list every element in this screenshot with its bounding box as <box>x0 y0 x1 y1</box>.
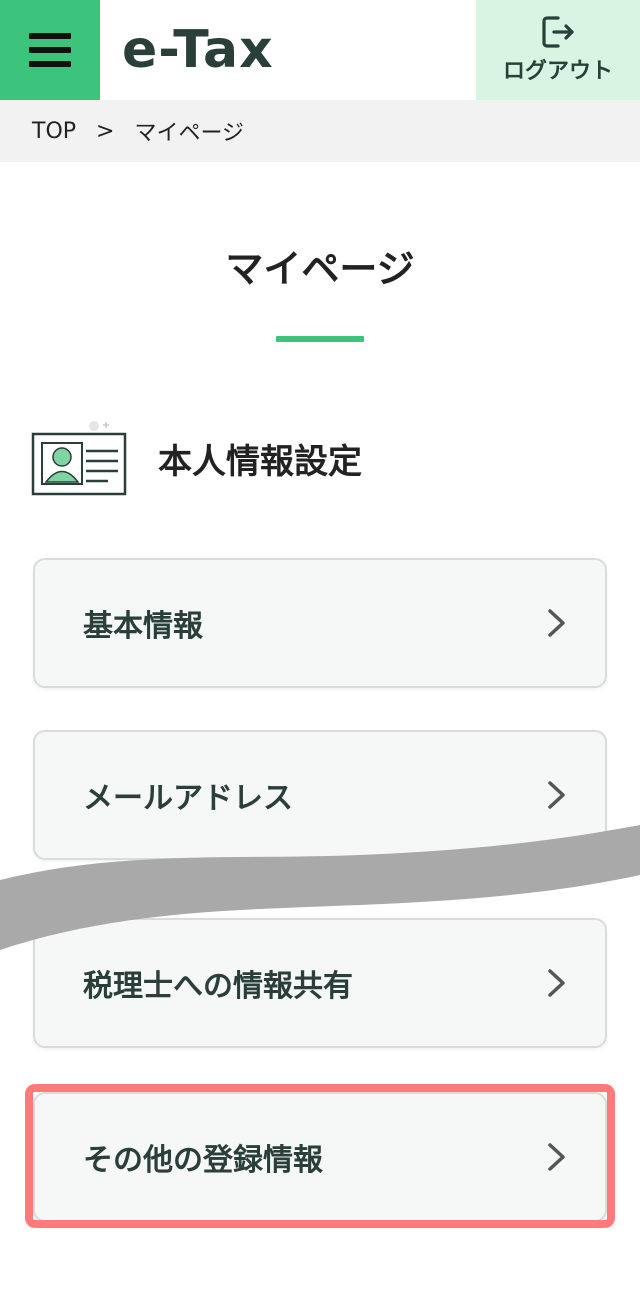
chevron-right-icon <box>548 969 565 997</box>
header: e-Tax ログアウト <box>0 0 640 100</box>
logout-icon <box>542 16 574 48</box>
chevron-right-icon <box>548 1143 565 1171</box>
breadcrumb: TOP > マイページ <box>0 100 640 162</box>
logout-label: ログアウト <box>502 59 613 84</box>
menu-item-label: 基本情報 <box>83 609 203 644</box>
page-title: マイページ <box>225 247 415 291</box>
breadcrumb-current: マイページ <box>134 121 245 146</box>
title-underline <box>276 336 364 342</box>
section-title: 本人情報設定 <box>158 442 362 482</box>
omission-wave-band <box>0 825 640 950</box>
menu-item-label: その他の登録情報 <box>83 1143 323 1178</box>
breadcrumb-top-link[interactable]: TOP <box>32 119 76 144</box>
id-card-icon <box>31 421 127 496</box>
app-logo[interactable]: e-Tax <box>122 20 274 80</box>
logout-button[interactable]: ログアウト <box>476 0 640 100</box>
menu-button[interactable] <box>0 0 100 100</box>
breadcrumb-separator: > <box>96 118 115 144</box>
menu-item-other-registration[interactable]: その他の登録情報 <box>33 1092 607 1222</box>
chevron-right-icon <box>548 609 565 637</box>
menu-item-basic-info[interactable]: 基本情報 <box>33 558 607 688</box>
hamburger-menu-icon <box>29 33 71 67</box>
